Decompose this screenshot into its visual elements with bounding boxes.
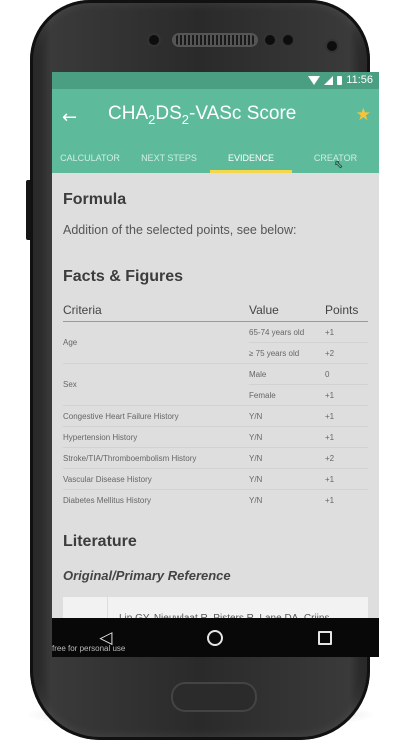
status-bar: 11:56 — [52, 72, 379, 89]
table-row: Congestive Heart Failure History Y/N +1 — [63, 406, 368, 427]
header-value: Value — [249, 303, 279, 317]
tab-next-steps[interactable]: NEXT STEPS — [128, 147, 210, 173]
facts-heading: Facts & Figures — [63, 268, 184, 285]
criteria-cell: Congestive Heart Failure History — [63, 411, 179, 421]
criteria-cell: Vascular Disease History — [63, 474, 152, 484]
criteria-table: Criteria Value Points Age 65-74 years ol… — [63, 299, 368, 510]
points-cell: +1 — [325, 432, 335, 442]
value-cell: Male — [249, 369, 267, 379]
primary-reference-heading: Original/Primary Reference — [63, 568, 231, 583]
value-cell: 65-74 years old — [249, 327, 305, 337]
points-cell: +1 — [325, 411, 335, 421]
criteria-cell: Stroke/TIA/Thromboembolism History — [63, 453, 197, 463]
table-header: Criteria Value Points — [63, 299, 368, 322]
evidence-content: Formula Addition of the selected points,… — [52, 173, 379, 637]
nav-home-icon[interactable] — [207, 629, 224, 646]
table-row: Stroke/TIA/Thromboembolism History Y/N +… — [63, 448, 368, 469]
phone-sensor — [149, 35, 159, 45]
tab-bar: CALCULATOR NEXT STEPS EVIDENCE CREATOR — [52, 147, 379, 173]
watermark-text: free for personal use — [52, 644, 126, 653]
nav-recents-icon[interactable] — [317, 630, 332, 645]
header-criteria: Criteria — [63, 303, 102, 317]
phone-home-button[interactable] — [171, 682, 257, 712]
points-cell: +1 — [325, 327, 335, 337]
table-row: Vascular Disease History Y/N +1 — [63, 469, 368, 490]
points-cell: +1 — [325, 390, 335, 400]
criteria-cell: Hypertension History — [63, 432, 138, 442]
screen: 11:56 ← CHA2DS2-VASc Score ★ CALCULATOR … — [52, 72, 379, 657]
phone-sensor — [327, 41, 337, 51]
star-icon[interactable]: ★ — [356, 105, 371, 125]
value-cell: ≥ 75 years old — [249, 348, 300, 358]
points-cell: 0 — [325, 369, 330, 379]
value-cell: Female — [249, 390, 276, 400]
points-cell: +2 — [325, 453, 335, 463]
tab-evidence[interactable]: EVIDENCE — [210, 147, 292, 173]
header-points: Points — [325, 303, 359, 317]
table-row: Hypertension History Y/N +1 — [63, 427, 368, 448]
value-cell: Y/N — [249, 453, 263, 463]
formula-heading: Formula — [63, 191, 127, 208]
phone-camera — [265, 35, 275, 45]
points-cell: +2 — [325, 348, 335, 358]
value-cell: Y/N — [249, 432, 263, 442]
table-row: Sex Male 0 Female +1 — [63, 364, 368, 406]
page-title: CHA2DS2-VASc Score — [108, 103, 297, 127]
phone-camera — [283, 35, 293, 45]
criteria-cell: Age — [63, 338, 78, 347]
literature-heading: Literature — [63, 533, 137, 550]
criteria-cell: Sex — [63, 380, 77, 389]
status-time: 11:56 — [346, 74, 373, 86]
app-bar: ← CHA2DS2-VASc Score ★ CALCULATOR NEXT S… — [52, 89, 379, 173]
phone-speaker — [172, 33, 258, 47]
criteria-cell: Diabetes Mellitus History — [63, 495, 152, 505]
value-cell: Y/N — [249, 411, 263, 421]
table-row: Age 65-74 years old +1 ≥ 75 years old +2 — [63, 322, 368, 364]
formula-text: Addition of the selected points, see bel… — [63, 223, 297, 237]
table-row: Diabetes Mellitus History Y/N +1 — [63, 490, 368, 510]
points-cell: +1 — [325, 495, 335, 505]
value-cell: Y/N — [249, 474, 263, 484]
battery-icon — [337, 75, 343, 85]
tab-calculator[interactable]: CALCULATOR — [52, 147, 128, 173]
value-cell: Y/N — [249, 495, 263, 505]
back-arrow-icon[interactable]: ← — [62, 107, 77, 128]
points-cell: +1 — [325, 474, 335, 484]
signal-icon — [324, 75, 334, 85]
wifi-icon — [308, 75, 321, 85]
mouse-cursor-icon: ⬁ — [334, 158, 344, 171]
